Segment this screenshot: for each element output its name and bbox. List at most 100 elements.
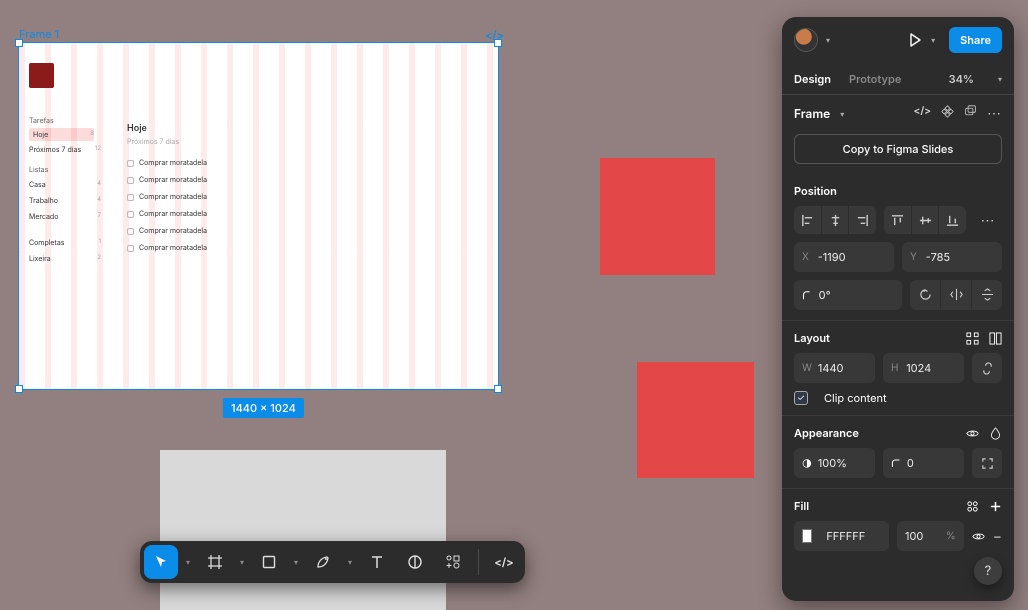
frame-tool[interactable] [198,545,232,579]
avatar-menu-caret[interactable]: ▾ [826,35,830,45]
frame-type-dropdown[interactable]: Frame [794,106,830,121]
position-y-input[interactable]: Y-785 [902,242,1002,272]
appearance-title: Appearance [794,426,859,440]
mock-item-casa: Casa4 [29,180,101,189]
corner-radius-input[interactable]: 0 [883,448,964,478]
rotate-90-button[interactable] [910,280,940,308]
width-input[interactable]: W1440 [794,353,875,383]
selection-dimensions: 1440 × 1024 [223,398,304,418]
mock-item-completas: Completas1 [29,238,101,247]
dev-mode-link-icon[interactable]: </> [914,105,931,122]
corner-radius-icon [891,457,901,470]
align-left-button[interactable] [794,206,821,234]
mock-main-title: Hoje [127,123,147,134]
independent-corners-button[interactable] [972,448,1002,478]
share-button[interactable]: Share [949,27,1002,53]
position-title: Position [794,184,1002,198]
present-menu-caret[interactable]: ▾ [931,35,935,45]
opacity-input[interactable]: 100% [794,448,875,478]
layout-title: Layout [794,331,830,345]
zoom-value[interactable]: 34% [949,72,974,86]
remove-fill-icon[interactable]: − [993,528,1002,545]
component-diamond-icon[interactable] [941,105,954,118]
fill-visibility-icon[interactable] [972,530,985,543]
clip-content-checkbox[interactable] [794,391,808,405]
present-icon[interactable] [907,32,923,48]
actions-tool[interactable] [436,545,470,579]
mock-item-mercado: Mercado7 [29,212,101,221]
canvas-rectangle-2[interactable] [637,362,754,478]
avatar[interactable] [794,28,818,52]
resize-handle-bl[interactable] [15,385,23,393]
inspector-panel: ▾ ▾ Share Design Prototype 34% ▾ Frame ▾… [782,17,1014,601]
selected-frame[interactable]: Tarefas Hoje8 Próximos 7 dias12 Listas C… [18,42,499,390]
canvas-rectangle-1[interactable] [600,158,715,275]
dev-mode-toggle[interactable]: </> [487,545,521,579]
copy-to-slides-button[interactable]: Copy to Figma Slides [794,134,1002,164]
more-icon[interactable]: ⋯ [987,105,1002,122]
align-v-group [884,206,966,234]
fill-styles-icon[interactable] [966,500,979,513]
move-tool-caret[interactable]: ▾ [182,557,194,567]
mock-task-6: Comprar moratadela [127,243,207,252]
help-button[interactable]: ? [974,557,1002,585]
mock-task-2: Comprar moratadela [127,175,207,184]
constrain-proportions-button[interactable] [972,353,1002,383]
pen-tool-caret[interactable]: ▾ [344,557,356,567]
align-top-button[interactable] [884,206,911,234]
mock-logo [29,63,54,88]
frame-tool-caret[interactable]: ▾ [236,557,248,567]
shape-tool[interactable] [252,545,286,579]
autolayout-grid-icon[interactable] [966,332,979,345]
fill-color-input[interactable]: FFFFFF [794,521,889,551]
mock-filter: Próximos 7 dias [127,137,179,146]
mock-task-5: Comprar moratadela [127,226,207,235]
section-fill: Fill FFFFFF 100% − [782,489,1014,561]
flip-horizontal-button[interactable] [940,280,971,308]
annotations-icon[interactable] [964,105,977,118]
section-position: Position ⋯ X-1190 Y-785 0° [782,174,1014,321]
frame-label[interactable]: Frame 1 [19,27,59,41]
align-more-button[interactable]: ⋯ [974,206,1002,234]
flip-group [910,280,1002,310]
mock-task-4: Comprar moratadela [127,209,207,218]
shape-tool-caret[interactable]: ▾ [290,557,302,567]
mock-item-trabalho: Trabalho4 [29,196,101,205]
text-tool[interactable] [360,545,394,579]
align-hcenter-button[interactable] [821,206,849,234]
blend-mode-icon[interactable] [989,427,1002,440]
zoom-caret[interactable]: ▾ [998,74,1002,84]
align-right-button[interactable] [848,206,876,234]
mock-head-listas: Listas [29,165,48,174]
tab-design[interactable]: Design [794,72,831,86]
height-input[interactable]: H1024 [883,353,964,383]
flip-vertical-button[interactable] [971,280,1002,308]
clip-content-label: Clip content [824,391,887,405]
mock-head-tarefas: Tarefas [29,116,54,125]
mock-item-proximos: Próximos 7 dias12 [29,145,101,154]
mock-item-hoje: Hoje8 [29,128,94,141]
frame-type-caret[interactable]: ▾ [840,109,844,119]
resize-handle-tl[interactable] [15,39,23,47]
canvas-grey-frame[interactable] [160,450,446,610]
align-vcenter-button[interactable] [911,206,939,234]
move-tool[interactable] [144,545,178,579]
mock-task-1: Comprar moratadela [127,158,207,167]
rotation-input[interactable]: 0° [794,280,902,310]
align-bottom-button[interactable] [938,206,966,234]
position-x-input[interactable]: X-1190 [794,242,894,272]
resize-handle-br[interactable] [494,385,502,393]
fill-title: Fill [794,499,809,513]
add-fill-icon[interactable] [989,500,1002,513]
toolbar-separator [478,549,479,575]
align-h-group [794,206,876,234]
fill-opacity-input[interactable]: 100% [897,521,964,551]
tab-prototype[interactable]: Prototype [849,72,901,86]
visibility-icon[interactable] [966,427,979,440]
comment-tool[interactable] [398,545,432,579]
fill-swatch[interactable] [802,529,812,543]
opacity-icon [802,457,812,470]
autolayout-add-icon[interactable] [989,332,1002,345]
resize-handle-tr[interactable] [494,39,502,47]
pen-tool[interactable] [306,545,340,579]
